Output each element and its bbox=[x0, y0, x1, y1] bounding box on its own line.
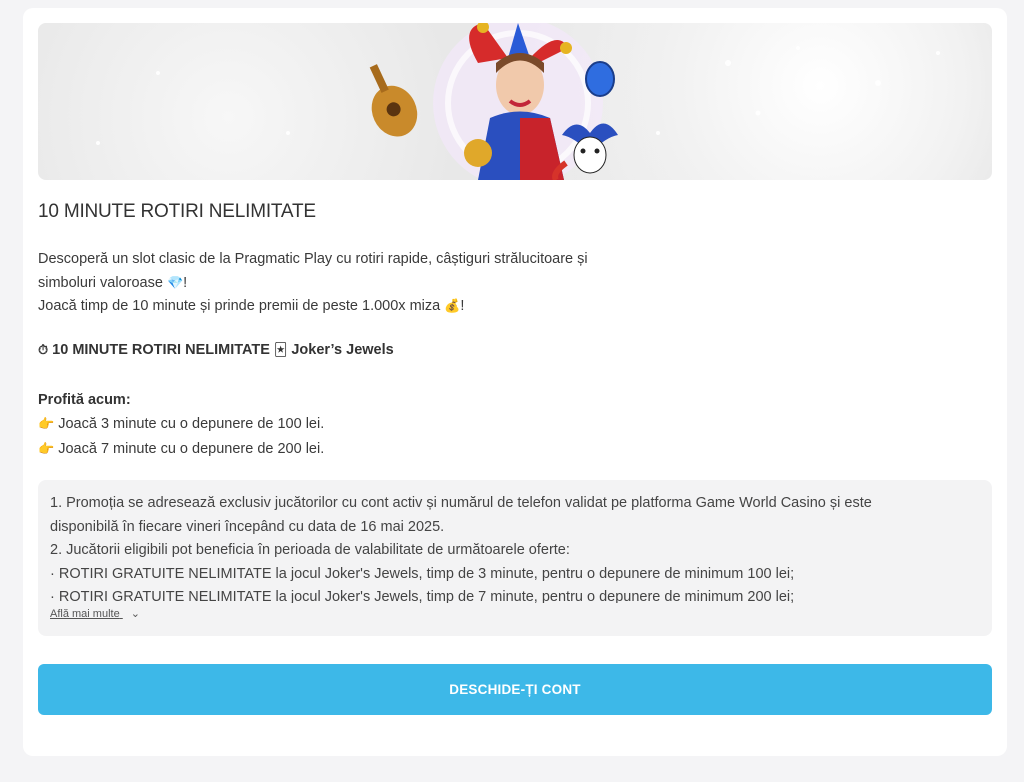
description-line-1: Descoperă un slot clasic de la Pragmatic… bbox=[38, 251, 588, 267]
terms-line: · ROTIRI GRATUITE NELIMITATE la jocul Jo… bbox=[50, 565, 795, 582]
profit-item: 👉 Joacă 7 minute cu o depunere de 200 le… bbox=[38, 437, 324, 462]
profit-item-text: Joacă 3 minute cu o depunere de 100 lei. bbox=[58, 416, 325, 432]
promo-description: Descoperă un slot clasic de la Pragmatic… bbox=[38, 248, 638, 319]
description-line-2: simboluri valoroase 💎! bbox=[38, 272, 638, 296]
profit-section: Profită acum: 👉 Joacă 3 minute cu o depu… bbox=[38, 388, 324, 462]
promo-title: 10 MINUTE ROTIRI NELIMITATE bbox=[38, 201, 316, 222]
description-line-2-text: simboluri valoroase bbox=[38, 274, 163, 291]
game-name: Joker’s Jewels bbox=[291, 342, 394, 358]
pointing-hand-icon: 👉 bbox=[38, 417, 55, 432]
gem-icon: 💎 bbox=[166, 275, 184, 291]
description-line-3: Joacă timp de 10 minute și prinde premii… bbox=[38, 295, 638, 319]
terms-line: · ROTIRI GRATUITE NELIMITATE la jocul Jo… bbox=[50, 589, 795, 603]
description-line-3-end: ! bbox=[460, 298, 465, 314]
open-account-button[interactable]: DESCHIDE-ȚI CONT bbox=[38, 664, 992, 715]
pointing-hand-icon: 👉 bbox=[38, 442, 55, 457]
game-line-label: 10 MINUTE ROTIRI NELIMITATE bbox=[52, 342, 270, 358]
promo-card: 10 MINUTE ROTIRI NELIMITATE Descoperă un… bbox=[23, 8, 1007, 756]
profit-item: 👉 Joacă 3 minute cu o depunere de 100 le… bbox=[38, 412, 324, 437]
joker-card-icon: 🃏 bbox=[273, 343, 288, 358]
money-bag-icon: 💰 bbox=[444, 299, 461, 314]
description-line-2-end: ! bbox=[183, 274, 188, 291]
stopwatch-icon: ⏱ bbox=[38, 343, 49, 358]
terms-line: 2. Jucătorii eligibili pot beneficia în … bbox=[50, 542, 570, 558]
joker-illustration bbox=[96, 23, 940, 180]
promo-banner bbox=[38, 23, 992, 180]
chevron-down-icon: ⌄ bbox=[130, 608, 140, 620]
terms-line: 1. Promoția se adresează exclusiv jucăto… bbox=[50, 495, 872, 511]
learn-more-label: Află mai multe bbox=[50, 608, 120, 620]
terms-box[interactable]: 1. Promoția se adresează exclusiv jucăto… bbox=[38, 480, 992, 636]
profit-heading: Profită acum: bbox=[38, 392, 131, 408]
game-line: ⏱ 10 MINUTE ROTIRI NELIMITATE 🃏 Joker’s … bbox=[38, 342, 394, 358]
learn-more-link[interactable]: Află mai multe ⌄ bbox=[50, 607, 140, 620]
terms-line: disponibilă în fiecare vineri începând c… bbox=[50, 518, 445, 535]
description-line-3-text: Joacă timp de 10 minute și prinde premii… bbox=[38, 298, 441, 314]
profit-item-text: Joacă 7 minute cu o depunere de 200 lei. bbox=[58, 441, 325, 457]
terms-text: 1. Promoția se adresează exclusiv jucăto… bbox=[50, 492, 970, 603]
